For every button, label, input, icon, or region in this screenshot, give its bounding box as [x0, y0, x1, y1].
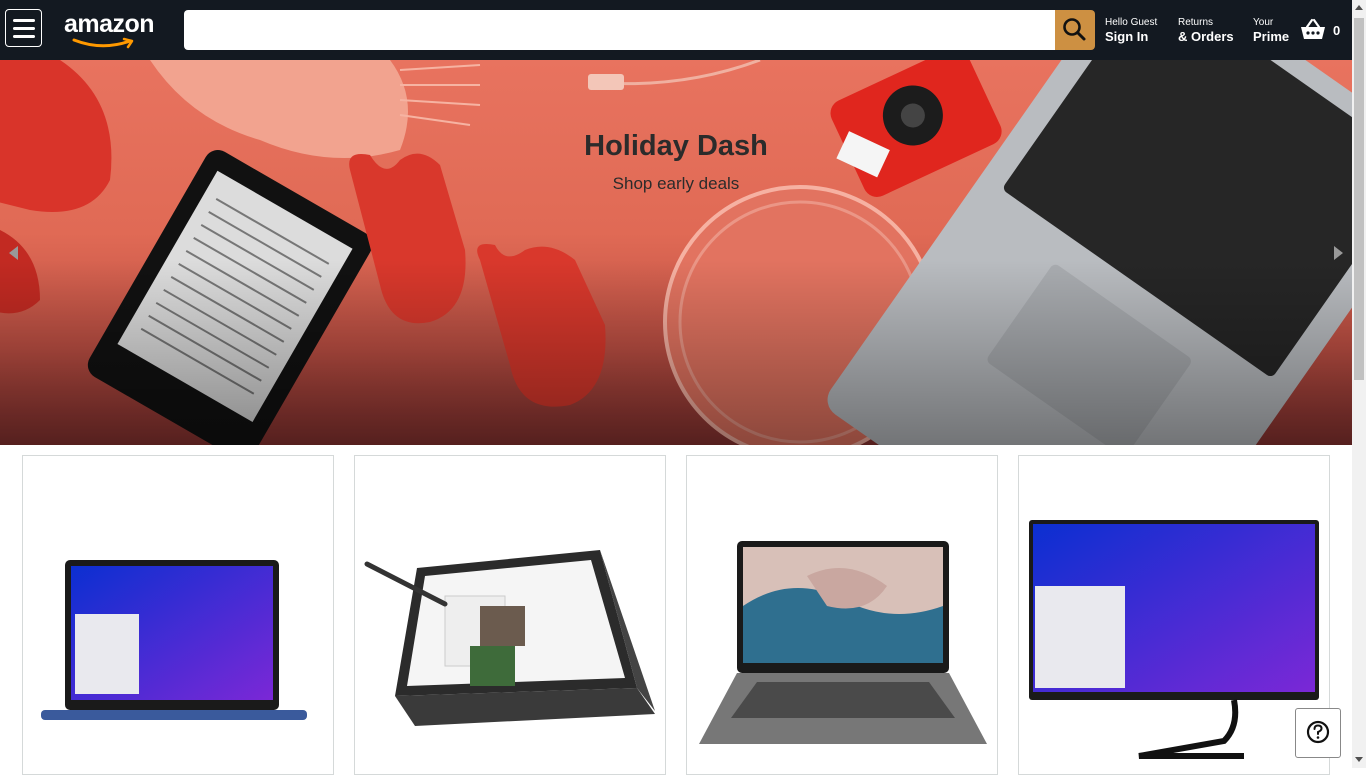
orders-label: & Orders — [1178, 29, 1234, 44]
help-button[interactable] — [1295, 708, 1341, 758]
menu-bar-icon — [13, 27, 35, 30]
scroll-down-arrow-icon[interactable] — [1355, 757, 1363, 762]
product-image-all-in-one — [1029, 520, 1319, 759]
prime-link[interactable]: Your Prime — [1253, 17, 1289, 44]
sign-in-link[interactable]: Hello Guest Sign In — [1105, 17, 1157, 44]
page-scrollbar[interactable] — [1352, 0, 1366, 768]
product-image-chromebook — [699, 541, 987, 744]
returns-label: Returns — [1178, 17, 1214, 28]
product-card-laptop[interactable] — [22, 455, 334, 775]
hero-prev-arrow-icon[interactable] — [9, 246, 18, 260]
search-button[interactable] — [1055, 10, 1095, 50]
menu-bar-icon — [13, 19, 35, 22]
smile-arrow-icon — [72, 37, 134, 49]
top-nav-bar: amazon Hello Guest Sign In Returns & Ord… — [0, 0, 1352, 60]
search-bar — [184, 10, 1095, 50]
scroll-up-arrow-icon[interactable] — [1355, 5, 1363, 10]
product-card-all-in-one[interactable] — [1018, 455, 1330, 775]
product-image-laptop — [41, 560, 307, 720]
menu-bar-icon — [13, 35, 35, 38]
hero-banner-image — [0, 60, 1352, 445]
product-card-chromebook[interactable] — [686, 455, 998, 775]
cart-button[interactable]: 0 — [1299, 17, 1347, 45]
search-icon — [1063, 18, 1086, 41]
cart-basket-icon — [1301, 18, 1325, 39]
hero-next-arrow-icon[interactable] — [1334, 246, 1343, 260]
prime-small-label: Your — [1253, 17, 1274, 28]
product-card-2in1[interactable] — [354, 455, 666, 775]
scrollbar-thumb[interactable] — [1354, 18, 1364, 380]
amazon-logo[interactable]: amazon — [62, 10, 166, 52]
search-input[interactable] — [184, 10, 1055, 50]
product-image-2in1 — [364, 550, 655, 726]
question-mark-icon — [1306, 720, 1330, 744]
hero-banner[interactable]: Holiday Dash Shop early deals — [0, 60, 1352, 445]
hamburger-menu-button[interactable] — [5, 9, 42, 47]
sign-in-greeting: Hello Guest — [1105, 17, 1158, 28]
cart-count: 0 — [1333, 23, 1341, 38]
hero-subtitle: Shop early deals — [612, 174, 740, 193]
hero-title: Holiday Dash — [584, 130, 768, 162]
sign-in-label: Sign In — [1105, 29, 1149, 44]
logo-wordmark: amazon — [64, 10, 155, 38]
returns-orders-link[interactable]: Returns & Orders — [1178, 17, 1234, 44]
prime-label: Prime — [1253, 29, 1290, 44]
